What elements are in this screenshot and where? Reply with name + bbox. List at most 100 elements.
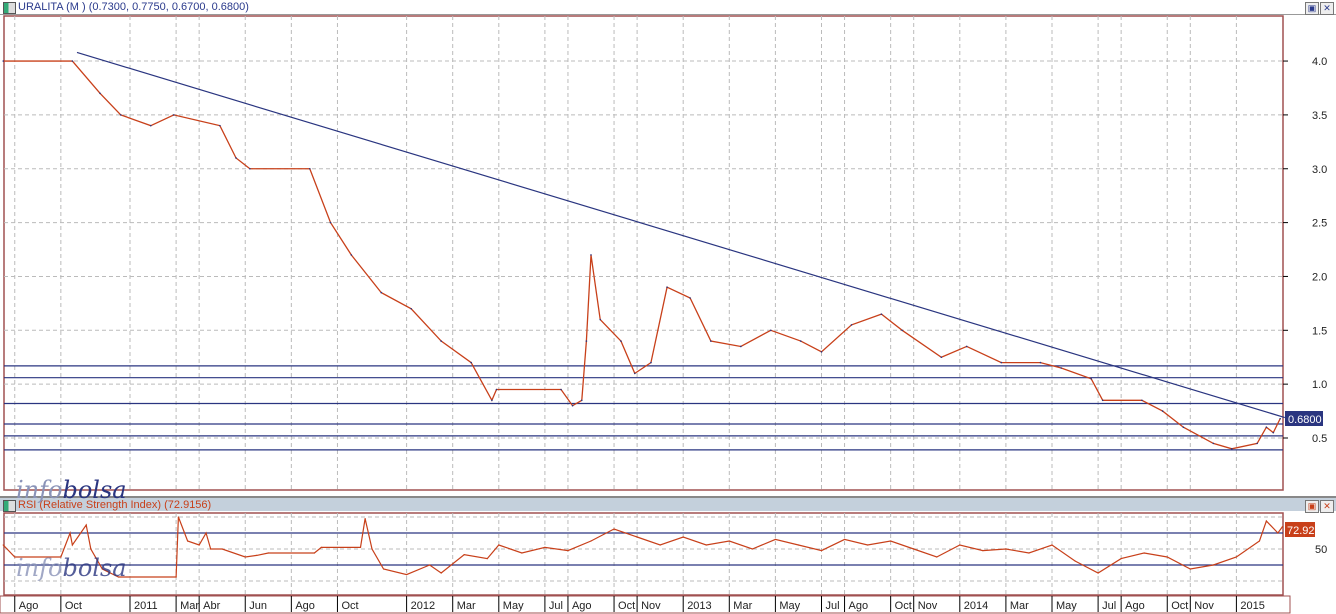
rsi-point: [1028, 552, 1030, 554]
rsi-panel-header: RSI (Relative Strength Index) (72.9156) …: [0, 496, 1336, 513]
rsi-point: [636, 536, 638, 538]
last-rsi-value: 72.92: [1287, 525, 1315, 537]
trendline: [76, 51, 1285, 419]
rsi-point: [205, 532, 207, 534]
rsi-point: [463, 554, 465, 556]
x-tick-label: 2012: [411, 600, 435, 612]
price-point: [329, 221, 332, 224]
price-point: [308, 167, 311, 170]
rsi-point: [359, 546, 362, 549]
watermark-price: infobolsa: [16, 476, 127, 504]
x-tick-label: Oct: [895, 600, 912, 612]
price-point: [850, 324, 853, 326]
rsi-point: [256, 554, 258, 557]
rsi-point: [1166, 556, 1168, 558]
close-button[interactable]: ✕: [1320, 2, 1334, 15]
price-point: [380, 291, 383, 294]
rsi-point: [867, 544, 869, 546]
x-tick-label: Ago: [572, 600, 592, 612]
price-point: [1101, 399, 1104, 402]
price-point: [1265, 426, 1268, 429]
rsi-point: [959, 544, 961, 546]
price-point: [571, 404, 574, 407]
price-point: [1039, 361, 1042, 364]
price-point: [1182, 426, 1185, 429]
x-tick-label: 2011: [134, 600, 158, 612]
x-tick-label: Nov: [918, 600, 938, 612]
price-point: [350, 254, 353, 256]
rsi-point: [364, 518, 366, 520]
price-point: [965, 345, 968, 348]
rsi-point: [382, 568, 385, 570]
x-tick-label: Ago: [1125, 600, 1145, 612]
chart-icon: [3, 500, 16, 512]
price-point: [1256, 442, 1258, 445]
x-tick-label: Abr: [203, 600, 220, 612]
x-tick-label: 2014: [964, 600, 988, 612]
rsi-point: [320, 546, 322, 549]
x-tick-label: Jul: [1102, 600, 1116, 612]
price-point: [2, 60, 5, 62]
price-point: [119, 114, 122, 116]
x-tick-label: Oct: [341, 600, 358, 612]
rsi-point: [774, 538, 777, 541]
x-tick-label: Mar: [180, 600, 199, 612]
rsi-point: [982, 550, 984, 552]
rsi-point: [1189, 568, 1191, 570]
price-point: [470, 361, 472, 364]
price-point: [99, 92, 101, 95]
price-point: [149, 124, 152, 127]
price-point: [235, 157, 237, 159]
rsi-point: [1120, 558, 1122, 560]
rsi-point: [313, 552, 315, 554]
rsi-point: [371, 548, 373, 550]
rsi-point: [728, 540, 730, 542]
rsi-point: [69, 532, 71, 534]
rsi-point: [244, 556, 246, 558]
rsi-point: [440, 572, 442, 574]
price-point: [799, 340, 802, 342]
last-price-value: 0.6800: [1288, 414, 1322, 426]
y-tick-label: 4.0: [1312, 56, 1327, 68]
price-point: [1230, 447, 1233, 450]
x-tick-label: Jun: [249, 600, 267, 612]
price-point: [1060, 367, 1063, 369]
price-point: [249, 167, 251, 170]
rsi-y-tick-label: 50: [1315, 544, 1327, 556]
price-point: [1141, 399, 1143, 402]
x-tick-label: 2015: [1240, 600, 1264, 612]
rsi-series-line: [2, 516, 1283, 578]
price-point: [172, 114, 175, 116]
price-point: [1279, 417, 1281, 420]
price-point: [1161, 410, 1164, 412]
x-tick-label: Oct: [1171, 600, 1188, 612]
price-point: [820, 351, 823, 353]
rsi-point: [221, 548, 223, 550]
rsi-point: [1258, 540, 1261, 542]
restore-button[interactable]: ▣: [1305, 2, 1319, 15]
price-point: [710, 340, 712, 342]
rsi-restore-button[interactable]: ▣: [1305, 500, 1319, 513]
rsi-point: [187, 540, 189, 542]
x-tick-label: Nov: [1194, 600, 1214, 612]
price-point: [633, 372, 636, 375]
rsi-point: [521, 552, 523, 554]
rsi-point: [682, 536, 684, 538]
chart-canvas: Ago Oct 2011 Mar Abr Jun Ago Oct 2012 Mar May Jul Ag…: [0, 15, 1327, 614]
y-tick-label: 2.5: [1312, 218, 1327, 230]
rsi-point: [1005, 548, 1007, 550]
rsi-point: [498, 544, 500, 546]
price-point: [599, 318, 602, 321]
x-tick-label: Ago: [849, 600, 869, 612]
last-rsi-badge: [1285, 522, 1315, 537]
rsi-point: [85, 524, 87, 526]
rsi-point: [175, 576, 177, 578]
price-point: [495, 388, 498, 391]
price-point: [440, 340, 442, 342]
y-tick-label: 2.0: [1312, 271, 1327, 283]
price-point: [620, 340, 622, 342]
rsi-close-button[interactable]: ✕: [1320, 500, 1334, 513]
x-tick-label: Ago: [295, 600, 315, 612]
price-point: [901, 329, 903, 332]
x-tick-label: Nov: [641, 600, 661, 612]
